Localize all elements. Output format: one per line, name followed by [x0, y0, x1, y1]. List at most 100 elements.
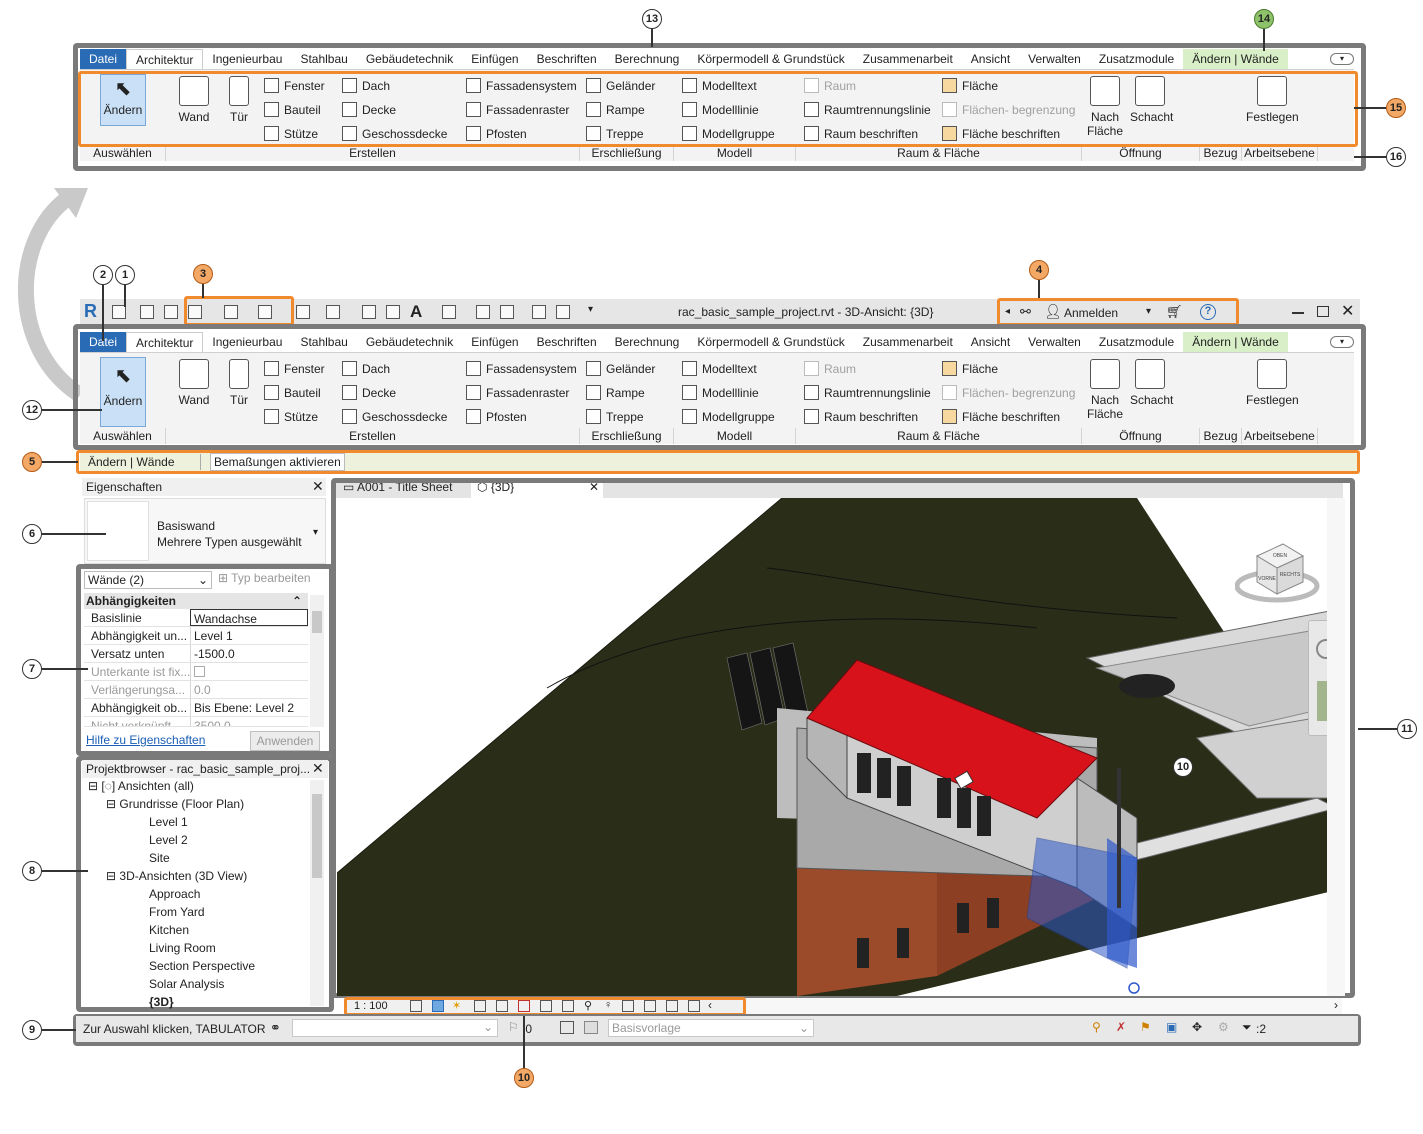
- sync-icon[interactable]: [188, 305, 202, 319]
- highlight-displacement-icon[interactable]: [688, 1000, 700, 1012]
- fenster-button[interactable]: Fenster: [264, 361, 325, 376]
- nach-flaeche-button-top[interactable]: Nach Fläche: [1086, 76, 1124, 138]
- property-checkbox[interactable]: [190, 663, 308, 680]
- geschossdecke-button-top[interactable]: Geschossdecke: [342, 126, 447, 141]
- dach-button[interactable]: Dach: [342, 361, 390, 376]
- property-row[interactable]: Basislinie Wandachse: [84, 609, 308, 627]
- filter-icon[interactable]: ⏷: [1242, 1020, 1252, 1035]
- anmelden-button[interactable]: Anmelden: [1064, 306, 1118, 320]
- apply-button[interactable]: Anwenden: [250, 731, 320, 751]
- lock-view-icon[interactable]: [562, 1000, 574, 1012]
- property-value[interactable]: Wandachse: [190, 609, 308, 626]
- drawing-area[interactable]: OBEN VORNE RECHTS ⊗: [337, 498, 1345, 996]
- temp-hide-icon[interactable]: ⚲: [584, 999, 592, 1012]
- worksharing-icon[interactable]: [622, 1000, 634, 1012]
- fassadenraster-button-top[interactable]: Fassadenraster: [466, 102, 569, 117]
- tree-node-3dviews[interactable]: ⊟ 3D-Ansichten (3D View): [106, 869, 247, 883]
- cart-icon[interactable]: 🛒︎: [1166, 304, 1183, 320]
- edit-type-button[interactable]: ⊞ Typ bearbeiten: [218, 571, 311, 585]
- tree-node-floorplans[interactable]: ⊟ Grundrisse (Floor Plan): [106, 797, 244, 811]
- reveal-hidden-icon[interactable]: ♀: [604, 999, 612, 1011]
- infocenter-left-arrow-icon[interactable]: ◂: [1005, 306, 1010, 317]
- browser-scrollbar[interactable]: [310, 780, 324, 1006]
- rampe-button[interactable]: Rampe: [586, 385, 645, 400]
- dach-button-top[interactable]: Dach: [342, 78, 390, 93]
- tab-verwalten[interactable]: Verwalten: [1019, 49, 1090, 69]
- wand-button-top[interactable]: Wand: [174, 76, 214, 124]
- raumtrennungslinie-button-top[interactable]: Raumtrennungslinie: [804, 102, 931, 117]
- panel-raum-flaeche[interactable]: Raum & Fläche: [796, 145, 1082, 161]
- tab-stahlbau[interactable]: Stahlbau: [291, 49, 356, 69]
- app-menu-icon[interactable]: [112, 305, 126, 319]
- horizontal-scrollbar[interactable]: ›: [746, 998, 1342, 1014]
- flaechen-begrenzung-button[interactable]: Flächen- begrenzung: [942, 385, 1075, 400]
- bemassungen-checkbox[interactable]: Bemaßungen aktivieren: [210, 453, 345, 471]
- fassadensystem-button-top[interactable]: Fassadensystem: [466, 78, 577, 93]
- flaeche-button[interactable]: Fläche: [942, 361, 998, 376]
- tab-einfuegen[interactable]: Einfügen: [462, 49, 527, 69]
- 3d-view-icon[interactable]: [442, 305, 456, 319]
- festlegen-button[interactable]: Festlegen: [1246, 359, 1299, 407]
- flaeche-beschriften-button-top[interactable]: Fläche beschriften: [942, 126, 1060, 141]
- tree-leaf-level2[interactable]: Level 2: [149, 833, 188, 847]
- qat-customize-icon[interactable]: ▾: [588, 304, 593, 315]
- tab-aendern-waende[interactable]: Ändern | Wände: [1183, 49, 1288, 69]
- property-row[interactable]: Versatz unten -1500.0: [84, 645, 308, 663]
- detail-level-icon[interactable]: [410, 1000, 422, 1012]
- select-links-icon[interactable]: ⚲: [1092, 1020, 1101, 1034]
- scroll-right-icon[interactable]: ›: [1334, 998, 1338, 1012]
- tab-ingenieurbau[interactable]: Ingenieurbau: [203, 332, 291, 352]
- modelltext-button[interactable]: Modelltext: [682, 361, 757, 376]
- background-process-icon[interactable]: ⚙: [1218, 1020, 1229, 1034]
- select-pinned-icon[interactable]: ⚑: [1140, 1020, 1151, 1034]
- properties-close-icon[interactable]: ✕: [312, 478, 324, 495]
- tab-stahlbau[interactable]: Stahlbau: [291, 332, 356, 352]
- crop-view-icon[interactable]: [518, 1000, 530, 1012]
- treppe-button-top[interactable]: Treppe: [586, 126, 644, 141]
- help-icon[interactable]: ?: [1200, 304, 1216, 320]
- tab-einfuegen[interactable]: Einfügen: [462, 332, 527, 352]
- stuetze-button-top[interactable]: Stütze: [264, 126, 318, 141]
- tree-leaf-section-perspective[interactable]: Section Perspective: [149, 959, 255, 973]
- analytical-model-icon[interactable]: [644, 1000, 656, 1012]
- tab-ansicht[interactable]: Ansicht: [962, 332, 1019, 352]
- property-value[interactable]: -1500.0: [190, 645, 308, 662]
- raum-beschriften-button[interactable]: Raum beschriften: [804, 409, 918, 424]
- tab-zusammenarbeit[interactable]: Zusammenarbeit: [854, 332, 962, 352]
- flaeche-beschriften-button[interactable]: Fläche beschriften: [942, 409, 1060, 424]
- property-row[interactable]: Nicht verknüpft... 3500.0: [84, 717, 308, 727]
- tree-leaf-solar-analysis[interactable]: Solar Analysis: [149, 977, 224, 991]
- tab-zusatzmodule[interactable]: Zusatzmodule: [1090, 332, 1183, 352]
- tab-ansicht[interactable]: Ansicht: [962, 49, 1019, 69]
- design-options-icon[interactable]: [560, 1021, 574, 1034]
- element-filter-dropdown[interactable]: Wände (2) ⌄: [84, 571, 212, 589]
- constraints-icon[interactable]: [666, 1000, 678, 1012]
- sun-path-icon[interactable]: ✶: [452, 999, 461, 1012]
- editable-only-icon[interactable]: ⚐: [508, 1020, 519, 1034]
- tuer-button-top[interactable]: Tür: [226, 76, 252, 124]
- property-value[interactable]: Level 1: [190, 627, 308, 644]
- maximize-icon[interactable]: [1317, 306, 1329, 317]
- tab-koerpermodell[interactable]: Körpermodell & Grundstück: [688, 332, 853, 352]
- rampe-button-top[interactable]: Rampe: [586, 102, 645, 117]
- tab-architektur[interactable]: Architektur: [126, 332, 204, 352]
- drag-on-selection-icon[interactable]: ✥: [1192, 1020, 1202, 1034]
- ribbon-minimize-icon[interactable]: ▾: [1330, 53, 1354, 65]
- geschossdecke-button[interactable]: Geschossdecke: [342, 409, 447, 424]
- treppe-button[interactable]: Treppe: [586, 409, 644, 424]
- scrollbar-thumb[interactable]: [312, 611, 322, 633]
- tree-leaf-level1[interactable]: Level 1: [149, 815, 188, 829]
- minimize-icon[interactable]: [1292, 312, 1304, 314]
- gelaender-button[interactable]: Geländer: [586, 361, 655, 376]
- property-row[interactable]: Unterkante ist fix...: [84, 663, 308, 681]
- modellgruppe-button-top[interactable]: Modellgruppe: [682, 126, 775, 141]
- fassadensystem-button[interactable]: Fassadensystem: [466, 361, 577, 376]
- select-by-face-icon[interactable]: ▣: [1166, 1020, 1177, 1034]
- redo-icon[interactable]: [258, 305, 272, 319]
- wand-button[interactable]: Wand: [174, 359, 214, 407]
- pfosten-button-top[interactable]: Pfosten: [466, 126, 527, 141]
- modelllinie-button[interactable]: Modelllinie: [682, 385, 759, 400]
- tab-close-icon[interactable]: ✕: [589, 480, 599, 494]
- schacht-button-top[interactable]: Schacht: [1130, 76, 1173, 124]
- panel-auswaehlen[interactable]: Auswählen: [80, 145, 166, 161]
